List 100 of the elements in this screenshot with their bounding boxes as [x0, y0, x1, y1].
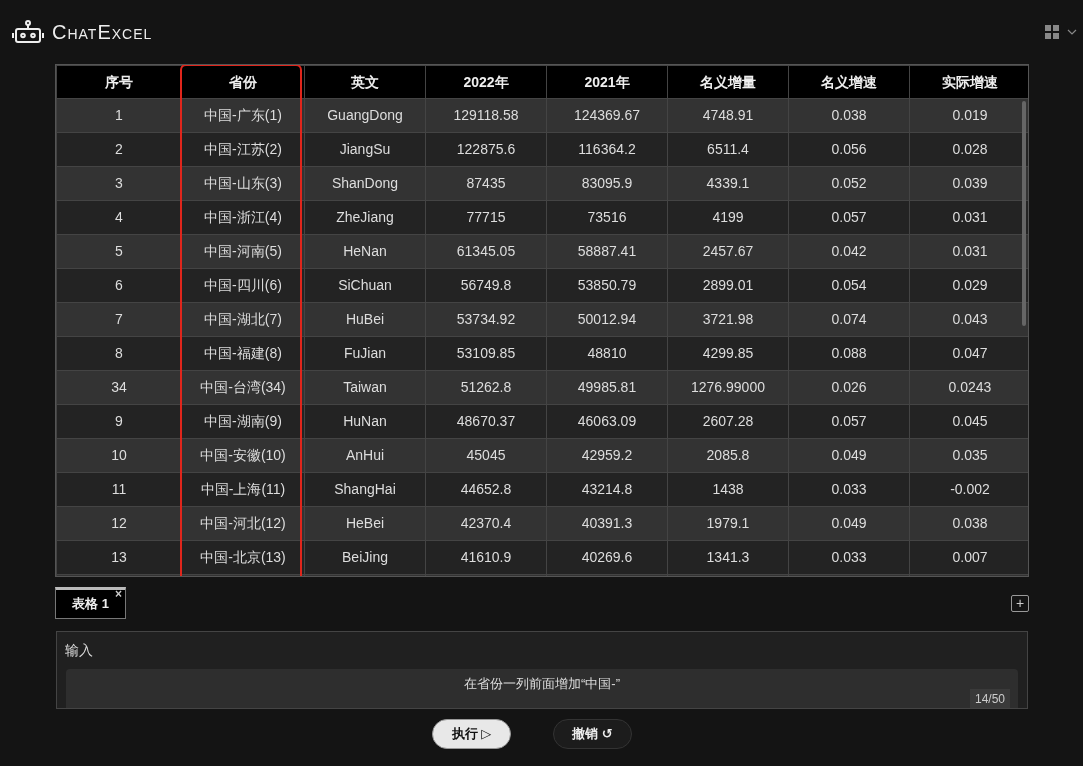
table-cell: ShangHai: [304, 472, 426, 507]
table-cell: 77715: [425, 200, 547, 235]
table-cell: 48670.37: [425, 404, 547, 439]
table-cell: 0.042: [788, 234, 910, 269]
table-cell: 1341.3: [667, 540, 789, 575]
table-cell: Taiwan: [304, 370, 426, 405]
table-cell: 4: [56, 200, 182, 235]
table-cell: 53850.79: [546, 268, 668, 303]
column-header[interactable]: 2022年: [425, 65, 547, 99]
column-header[interactable]: 2021年: [546, 65, 668, 99]
table-cell: 0.033: [788, 540, 910, 575]
table-cell: 41610.9: [425, 540, 547, 575]
table-cell: 50012.94: [546, 302, 668, 337]
table-cell: 1438: [667, 472, 789, 507]
app-title: ChatExcel: [52, 20, 153, 45]
column-header[interactable]: 名义增量: [667, 65, 789, 99]
column-header[interactable]: 名义增速: [788, 65, 910, 99]
table-cell: 129118.58: [425, 98, 547, 133]
table-cell: 中国-江苏(2): [181, 132, 305, 167]
table-cell: 44652.8: [425, 472, 547, 507]
undo-button[interactable]: 撤销 ↺: [553, 719, 632, 749]
table-cell: 7: [56, 302, 182, 337]
table-cell: 48810: [546, 336, 668, 371]
column-header[interactable]: 省份: [181, 65, 305, 99]
table-cell: 0.054: [788, 268, 910, 303]
table-cell: 42370.4: [425, 506, 547, 541]
table-cell: 2: [56, 132, 182, 167]
table-cell: 116364.2: [546, 132, 668, 167]
table-cell: 122875.6: [425, 132, 547, 167]
column-header[interactable]: 实际增速: [909, 65, 1028, 99]
table-cell: 中国-广东(1): [181, 98, 305, 133]
table-cell: 13: [56, 540, 182, 575]
table-cell: 43214.8: [546, 472, 668, 507]
table-cell: 中国-安徽(10): [181, 438, 305, 473]
table-cell: 中国-山东(3): [181, 166, 305, 201]
table-cell: 0.019: [909, 98, 1028, 133]
table-cell: 12: [56, 506, 182, 541]
table-cell: GuangDong: [304, 98, 426, 133]
table-cell: ShanDong: [304, 166, 426, 201]
table-cell: 56749.8: [425, 268, 547, 303]
table-cell: 51262.8: [425, 370, 547, 405]
column-header[interactable]: 序号: [56, 65, 182, 99]
table-cell: 73516: [546, 200, 668, 235]
table-cell: 中国-浙江(4): [181, 200, 305, 235]
table-cell: 53109.85: [425, 336, 547, 371]
table-cell: 83095.9: [546, 166, 668, 201]
char-counter: 14/50: [969, 689, 1010, 708]
table-cell: 0.0243: [909, 370, 1028, 405]
table-cell: 4339.1: [667, 166, 789, 201]
table-cell: 0.049: [788, 506, 910, 541]
close-icon[interactable]: ×: [115, 588, 122, 600]
scrollbar[interactable]: [1022, 101, 1026, 326]
sheet-tab[interactable]: 表格 1 ×: [55, 587, 126, 619]
grid-menu-icon[interactable]: [1045, 25, 1059, 39]
table-cell: 34: [56, 370, 182, 405]
table-cell: 42959.2: [546, 438, 668, 473]
run-button[interactable]: 执行 ▷: [432, 719, 511, 749]
table-cell: 0.047: [909, 336, 1028, 371]
table-cell: 中国-河北(12): [181, 506, 305, 541]
chevron-down-icon[interactable]: [1067, 29, 1077, 35]
table-cell: 53734.92: [425, 302, 547, 337]
table-cell: 0.052: [788, 166, 910, 201]
table-cell: 0.007: [909, 540, 1028, 575]
table-cell: 中国-湖南(9): [181, 404, 305, 439]
table-cell: 0.088: [788, 336, 910, 371]
table-cell: -0.002: [909, 472, 1028, 507]
table-cell: 9: [56, 404, 182, 439]
table-cell: HuNan: [304, 404, 426, 439]
table-cell: 4748.91: [667, 98, 789, 133]
table-cell: ZheJiang: [304, 200, 426, 235]
table-cell: 124369.67: [546, 98, 668, 133]
table-cell: SiChuan: [304, 268, 426, 303]
table-cell: 87435: [425, 166, 547, 201]
table-cell: 中国-福建(8): [181, 336, 305, 371]
table-cell: 1276.99000: [667, 370, 789, 405]
table-cell: 10: [56, 438, 182, 473]
table-cell: 1979.1: [667, 506, 789, 541]
table-cell: 49985.81: [546, 370, 668, 405]
table-cell: 1: [56, 98, 182, 133]
table-cell: 0.057: [788, 404, 910, 439]
table-cell: 40391.3: [546, 506, 668, 541]
table-cell: HuBei: [304, 302, 426, 337]
table-cell: 0.057: [788, 200, 910, 235]
table-cell: FuJian: [304, 336, 426, 371]
table-cell: 0.033: [788, 472, 910, 507]
table-cell: JiangSu: [304, 132, 426, 167]
table-cell: AnHui: [304, 438, 426, 473]
input-label: 输入: [64, 641, 94, 660]
table-cell: 61345.05: [425, 234, 547, 269]
table-cell: 11: [56, 472, 182, 507]
table-cell: 0.056: [788, 132, 910, 167]
table-cell: 46063.09: [546, 404, 668, 439]
table-cell: 0.043: [909, 302, 1028, 337]
table-cell: 中国-上海(11): [181, 472, 305, 507]
add-sheet-button[interactable]: +: [1011, 595, 1029, 612]
table-cell: 0.038: [788, 98, 910, 133]
table-cell: 2457.67: [667, 234, 789, 269]
table-cell: 0.026: [788, 370, 910, 405]
table-cell: 40269.6: [546, 540, 668, 575]
column-header[interactable]: 英文: [304, 65, 426, 99]
